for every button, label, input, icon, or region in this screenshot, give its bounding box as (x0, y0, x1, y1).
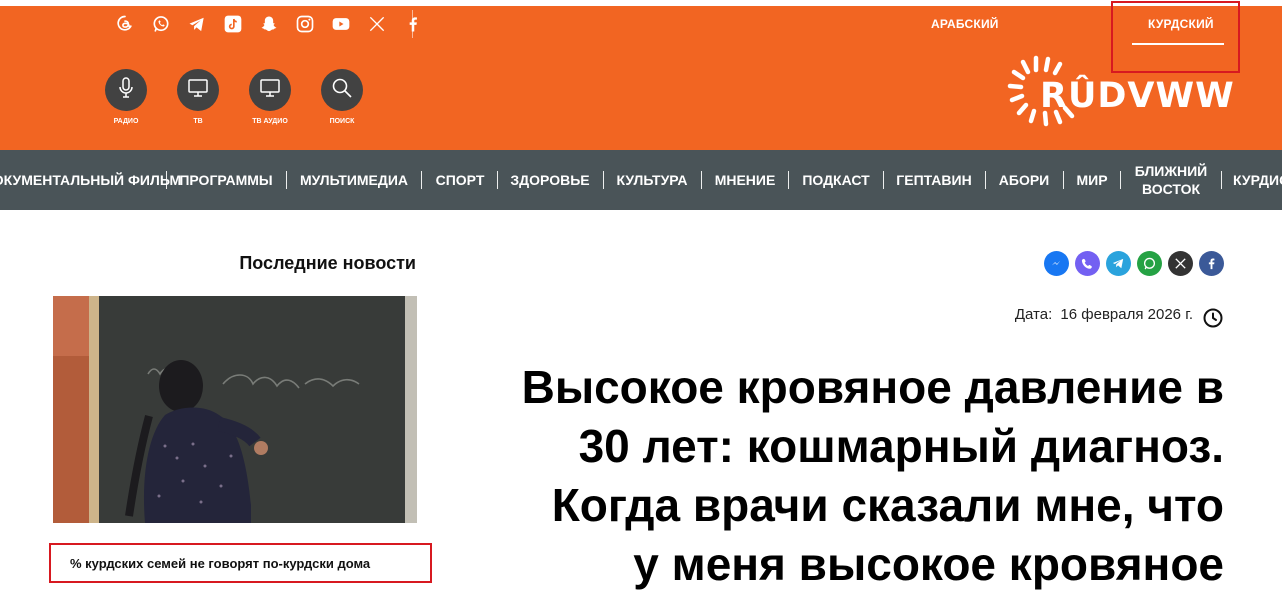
youtube-icon[interactable] (329, 12, 353, 36)
nav-item-programs[interactable]: ПРОГРАММЫ (174, 150, 278, 210)
nav-item-world[interactable]: МИР (1071, 150, 1113, 210)
headline-line: Высокое кровяное давление в (521, 361, 1224, 413)
language-arabic-link[interactable]: АРАБСКИЙ (931, 17, 999, 31)
nav-item-middle-east[interactable]: БЛИЖНИЙ ВОСТОК (1128, 150, 1214, 210)
date-value: 16 февраля 2026 г. (1060, 306, 1193, 323)
instagram-icon[interactable] (293, 12, 317, 36)
nav-separator (788, 171, 789, 189)
social-divider (412, 10, 413, 38)
page: АРАБСКИЙ КУРДСКИЙ РАДИО ТВ ТВ АУДИО ПОИС… (0, 0, 1282, 597)
nav-item-sport[interactable]: СПОРТ (429, 150, 491, 210)
search-label: ПОИСК (329, 118, 355, 125)
nav-item-documentary[interactable]: ДОКУМЕНТАЛЬНЫЙ ФИЛЬМ (0, 150, 181, 210)
whatsapp-icon[interactable] (149, 12, 173, 36)
clock-icon (1203, 308, 1223, 328)
news-caption-link[interactable]: % курдских семей не говорят по-курдски д… (70, 556, 430, 571)
nav-separator (883, 171, 884, 189)
headline-line: Когда врачи сказали мне, что (551, 479, 1224, 531)
article-date: Дата: 16 февраля 2026 г. (900, 306, 1193, 323)
nav-item-kurdistan[interactable]: КУРДИС (1233, 150, 1282, 210)
nav-item-multimedia[interactable]: МУЛЬТИМЕДИА (294, 150, 414, 210)
facebook-share-icon[interactable] (1199, 251, 1224, 276)
headline-line: у меня высокое кровяное (633, 538, 1224, 590)
messenger-icon[interactable] (1044, 251, 1069, 276)
logo-text: RÛDVWW (1040, 76, 1235, 116)
radio-button[interactable] (105, 69, 147, 111)
nav-item-culture[interactable]: КУЛЬТУРА (611, 150, 693, 210)
nav-separator (701, 171, 702, 189)
radio-label: РАДИО (113, 118, 139, 125)
header-top-strip (0, 0, 1282, 6)
tv-label: ТВ (193, 118, 203, 125)
tiktok-icon[interactable] (221, 12, 245, 36)
tv-audio-label: ТВ АУДИО (252, 118, 288, 125)
nav-item-abori[interactable]: АБОРИ (993, 150, 1055, 210)
telegram-icon[interactable] (185, 12, 209, 36)
nav-separator (421, 171, 422, 189)
nav-item-health[interactable]: ЗДОРОВЬЕ (505, 150, 595, 210)
whatsapp-share-icon[interactable] (1137, 251, 1162, 276)
tv-icon (186, 76, 210, 105)
nav-item-geptavin[interactable]: ГЕПТАВИН (891, 150, 977, 210)
tv-button[interactable] (177, 69, 219, 111)
telegram-share-icon[interactable] (1106, 251, 1131, 276)
article-headline: Высокое кровяное давление в 30 лет: кошм… (470, 358, 1224, 594)
nav-separator (166, 171, 167, 189)
facebook-icon[interactable] (401, 12, 425, 36)
nav-separator (497, 171, 498, 189)
nav-item-podcast[interactable]: ПОДКАСТ (796, 150, 876, 210)
x-icon[interactable] (365, 12, 389, 36)
headline-line: 30 лет: кошмарный диагноз. (578, 420, 1224, 472)
nav-separator (286, 171, 287, 189)
nav-separator (603, 171, 604, 189)
main-nav: ДОКУМЕНТАЛЬНЫЙ ФИЛЬМ ПРОГРАММЫ МУЛЬТИМЕД… (0, 150, 1282, 210)
search-icon (330, 76, 354, 105)
x-share-icon[interactable] (1168, 251, 1193, 276)
social-links (113, 12, 425, 36)
site-header: АРАБСКИЙ КУРДСКИЙ РАДИО ТВ ТВ АУДИО ПОИС… (0, 0, 1282, 150)
snapchat-icon[interactable] (257, 12, 281, 36)
date-label: Дата: (1014, 306, 1053, 323)
nav-item-opinion[interactable]: МНЕНИЕ (709, 150, 781, 210)
latest-news-title: Последние новости (239, 253, 416, 273)
search-button[interactable] (321, 69, 363, 111)
nav-separator (1221, 171, 1222, 189)
threads-icon[interactable] (113, 12, 137, 36)
tv-audio-icon (258, 76, 282, 105)
microphone-icon (114, 76, 138, 105)
viber-icon[interactable] (1075, 251, 1100, 276)
nav-separator (1063, 171, 1064, 189)
nav-separator (1120, 171, 1121, 189)
news-thumbnail[interactable] (53, 296, 417, 523)
tv-audio-button[interactable] (249, 69, 291, 111)
nav-separator (985, 171, 986, 189)
